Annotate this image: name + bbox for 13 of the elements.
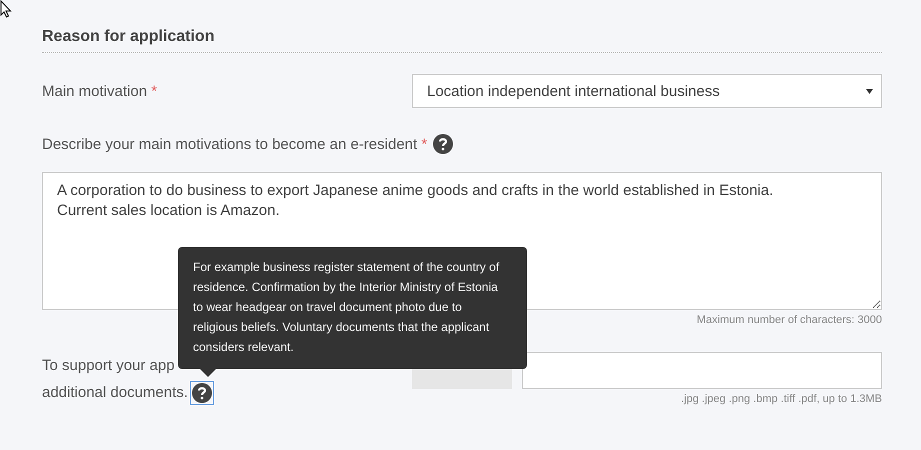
file-name-field[interactable]: [522, 352, 882, 389]
motivation-select[interactable]: Location independent international business: [412, 74, 882, 108]
field-label: Describe your main motivations to become an e-resident *: [42, 136, 428, 152]
help-icon[interactable]: [433, 134, 454, 154]
field-label: Main motivation *: [42, 82, 158, 100]
caret-icon: [866, 88, 873, 94]
upload-label: To support your app: [42, 356, 175, 376]
file-type-hint: .jpg .jpeg .png .bmp .tiff .pdf, up to 1.3MB: [680, 393, 882, 405]
help-icon[interactable]: [192, 382, 212, 402]
upload-label: additional documents.: [42, 383, 188, 403]
character-limit-hint: Maximum number of characters: 3000: [696, 314, 882, 326]
section-title: Reason for application: [42, 28, 882, 53]
tooltip-arrow: [200, 369, 216, 377]
